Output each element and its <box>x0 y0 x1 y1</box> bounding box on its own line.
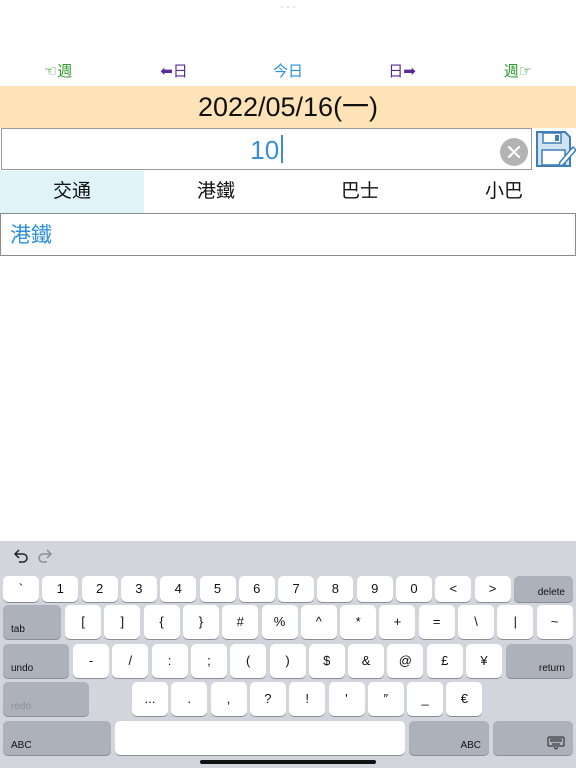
category-tabs: 交通 港鐵 巴士 小巴 <box>0 171 576 213</box>
key-row3-6[interactable]: $ <box>308 644 345 678</box>
date-display: 2022/05/16(一) <box>0 86 576 128</box>
result-label: 港鐵 <box>10 224 52 247</box>
key-row3-9[interactable]: £ <box>426 644 463 678</box>
save-button[interactable] <box>534 128 576 170</box>
tab-minibus[interactable]: 小巴 <box>432 171 576 213</box>
today-button[interactable]: 今日 <box>258 60 318 84</box>
undo-key[interactable]: undo <box>3 644 69 678</box>
key-row2-5[interactable]: % <box>261 605 298 639</box>
keyboard-dismiss-icon <box>547 736 565 750</box>
text-caret <box>281 135 283 163</box>
delete-key[interactable]: delete <box>514 576 573 602</box>
key-row2-7[interactable]: * <box>340 605 377 639</box>
abc-key-right[interactable]: ABC <box>409 721 489 755</box>
date-navigation: ☜週 ⬅日 今日 日➡ 週☞ <box>0 60 576 84</box>
keyboard: ` 1 2 3 4 5 6 7 8 9 0 < > delete tab []{} #% ^ * + = \ | ~ u… <box>0 541 576 768</box>
key-row3-0[interactable]: - <box>73 644 109 678</box>
key-row2-11[interactable]: | <box>497 605 534 639</box>
key-row4-2[interactable]: , <box>210 682 247 716</box>
key-row1-2[interactable]: 2 <box>81 576 118 602</box>
key-row4-0[interactable]: ... <box>132 682 168 716</box>
tab-mtr[interactable]: 港鐵 <box>144 171 288 213</box>
key-row2-6[interactable]: ^ <box>300 605 337 639</box>
key-row3-2[interactable]: : <box>151 644 188 678</box>
key-row2-9[interactable]: = <box>418 605 455 639</box>
key-row4-4[interactable]: ! <box>289 682 326 716</box>
key-row1-9[interactable]: 9 <box>356 576 393 602</box>
key-row1-8[interactable]: 8 <box>317 576 354 602</box>
abc-key-left[interactable]: ABC <box>3 721 111 755</box>
key-row2-4[interactable]: # <box>222 605 259 639</box>
amount-text: 10 <box>250 135 280 165</box>
key-row1-5[interactable]: 5 <box>199 576 236 602</box>
key-row3-4[interactable]: ( <box>230 644 267 678</box>
key-row1-0[interactable]: ` <box>3 576 39 602</box>
key-row2-10[interactable]: \ <box>458 605 494 639</box>
key-row2-1[interactable]: ] <box>104 605 141 639</box>
key-row1-12[interactable]: > <box>474 576 511 602</box>
amount-input[interactable]: 10 <box>1 128 532 170</box>
prev-day-button[interactable]: ⬅日 <box>144 60 204 84</box>
prev-week-button[interactable]: ☜週 <box>28 60 88 84</box>
hide-keyboard-key[interactable] <box>493 721 573 755</box>
key-row1-7[interactable]: 7 <box>278 576 315 602</box>
key-row4-1[interactable]: . <box>171 682 208 716</box>
key-row2-2[interactable]: { <box>143 605 180 639</box>
key-row1-6[interactable]: 6 <box>238 576 275 602</box>
key-row4-3[interactable]: ? <box>249 682 286 716</box>
key-row1-11[interactable]: < <box>435 576 472 602</box>
amount-value[interactable]: 10 <box>2 129 531 169</box>
key-row3-5[interactable]: ) <box>269 644 306 678</box>
tab-key[interactable]: tab <box>3 605 61 639</box>
key-row3-3[interactable]: ; <box>190 644 227 678</box>
key-row3-8[interactable]: @ <box>387 644 424 678</box>
key-row1-1[interactable]: 1 <box>42 576 79 602</box>
key-row4-6[interactable]: ″ <box>367 682 404 716</box>
next-day-button[interactable]: 日➡ <box>372 60 432 84</box>
home-indicator <box>200 760 376 764</box>
key-row2-8[interactable]: + <box>379 605 416 639</box>
key-row1-3[interactable]: 3 <box>120 576 157 602</box>
key-row2-12[interactable]: ~ <box>536 605 573 639</box>
key-row4-7[interactable]: _ <box>407 682 444 716</box>
redo-key[interactable]: redo <box>3 682 89 716</box>
clear-button[interactable] <box>500 138 528 166</box>
key-row2-0[interactable]: [ <box>65 605 101 639</box>
return-key[interactable]: return <box>506 644 573 678</box>
tab-transport[interactable]: 交通 <box>0 171 144 213</box>
key-row3-1[interactable]: / <box>112 644 149 678</box>
redo-icon[interactable] <box>36 547 54 565</box>
top-grabber <box>278 6 298 8</box>
close-icon <box>508 146 520 158</box>
key-row1-4[interactable]: 4 <box>160 576 197 602</box>
key-row4-5[interactable]: ' <box>328 682 365 716</box>
key-row4-8[interactable]: € <box>446 682 483 716</box>
undo-icon[interactable] <box>12 547 30 565</box>
category-result[interactable]: 港鐵 <box>0 213 576 256</box>
save-icon <box>536 131 576 168</box>
space-key[interactable] <box>115 721 405 755</box>
tab-bus[interactable]: 巴士 <box>288 171 432 213</box>
key-row2-3[interactable]: } <box>182 605 219 639</box>
key-row3-10[interactable]: ¥ <box>466 644 502 678</box>
key-row3-7[interactable]: & <box>348 644 385 678</box>
key-row1-10[interactable]: 0 <box>396 576 432 602</box>
next-week-button[interactable]: 週☞ <box>488 60 548 84</box>
